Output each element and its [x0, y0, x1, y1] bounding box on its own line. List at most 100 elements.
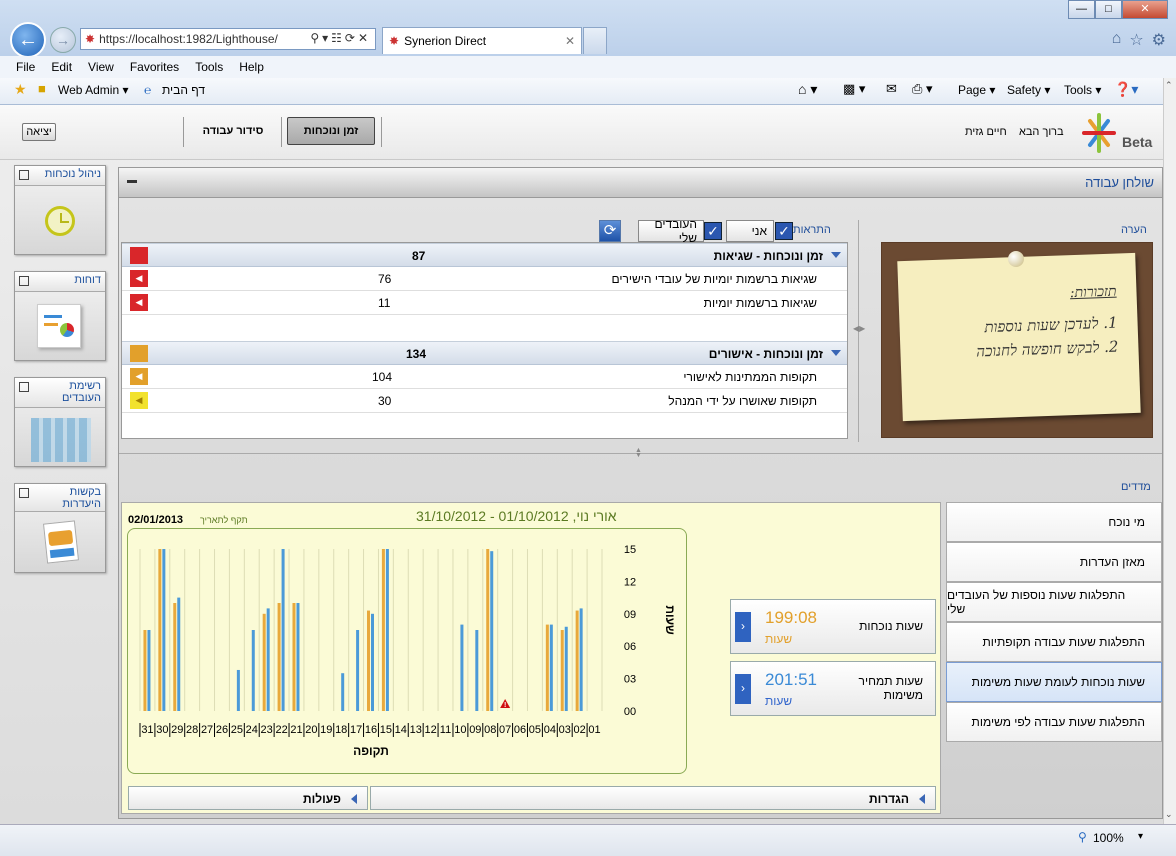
- x-tick-label: 13: [410, 724, 422, 736]
- sidebar-reports[interactable]: דוחות: [14, 271, 106, 361]
- workdesk-panel: שולחן עבודה התראות ✓ אני ✓ העובדים שלי ⟳…: [118, 167, 1163, 819]
- minimize-panel-icon[interactable]: [127, 180, 137, 183]
- chart-bar: [173, 603, 177, 711]
- collapse-icon[interactable]: [831, 350, 841, 356]
- x-tick-label: 29: [171, 724, 183, 736]
- rss-icon[interactable]: ▩ ▾: [843, 81, 865, 97]
- help-icon[interactable]: ❓▾: [1114, 81, 1138, 98]
- alert-group-errors[interactable]: 87 זמן ונוכחות - שגיאות: [122, 243, 847, 267]
- splitter-handle-icon[interactable]: ▲ ▼: [635, 447, 642, 459]
- chart-bar: [564, 626, 568, 711]
- print-icon[interactable]: ⎙ ▾: [912, 81, 933, 97]
- x-axis-label: תקופה: [353, 744, 389, 758]
- forward-button[interactable]: →: [50, 27, 76, 53]
- arrow-left-icon[interactable]: ◀: [130, 392, 148, 409]
- menu-favorites[interactable]: Favorites: [130, 60, 179, 74]
- measure-item-who-present[interactable]: מי נוכח: [946, 502, 1162, 542]
- splitter-handle-icon[interactable]: ◀▶: [853, 324, 865, 333]
- measures-list: מי נוכח מאזן העדרות התפלגות שעות נוספות …: [946, 502, 1162, 742]
- menu-help[interactable]: Help: [239, 60, 264, 74]
- back-button[interactable]: ←: [10, 22, 46, 58]
- menu-view[interactable]: View: [88, 60, 114, 74]
- menu-file[interactable]: File: [16, 60, 35, 74]
- home-icon[interactable]: ⌂: [1112, 30, 1122, 50]
- measure-item-periodic-hours[interactable]: התפלגות שעות עבודה תקופתיות: [946, 622, 1162, 662]
- safety-menu[interactable]: Safety ▾: [1007, 83, 1050, 97]
- zoom-icon[interactable]: ⚲: [1078, 830, 1087, 844]
- home-icon[interactable]: ⌂ ▾: [798, 81, 817, 98]
- alert-row[interactable]: ◀ 76 שגיאות ברשמות יומיות של עובדי הישיר…: [122, 267, 847, 291]
- close-tab-icon[interactable]: ✕: [565, 34, 575, 48]
- x-tick-label: 21: [290, 724, 302, 736]
- measure-item-hours-by-task[interactable]: התפלגות שעות עבודה לפי משימות: [946, 702, 1162, 742]
- sidebar-absence-requests[interactable]: בקשות היעדרות: [14, 483, 106, 573]
- favorites-star-icon[interactable]: ★: [14, 81, 27, 98]
- sidebar-employee-list[interactable]: רשימת העובדים: [14, 377, 106, 467]
- chevron-right-icon[interactable]: ›: [735, 612, 751, 642]
- chart-bar: [341, 673, 345, 711]
- alert-row[interactable]: ◀ 11 שגיאות ברשמות יומיות: [122, 291, 847, 315]
- maximize-button[interactable]: □: [1095, 0, 1122, 19]
- scroll-up-icon[interactable]: ⌃: [1165, 80, 1173, 91]
- filter-me-checkbox[interactable]: ✓: [775, 222, 793, 240]
- arrow-left-icon[interactable]: ◀: [130, 368, 148, 385]
- favorites-star-icon[interactable]: ☆: [1129, 30, 1143, 50]
- minimize-button[interactable]: —: [1068, 0, 1095, 19]
- menu-edit[interactable]: Edit: [51, 60, 72, 74]
- zoom-dropdown-icon[interactable]: ▾: [1138, 831, 1143, 842]
- sidebar-attendance-management[interactable]: ניהול נוכחות: [14, 165, 106, 255]
- kpi-attendance-hours[interactable]: › 199:08 שעות שעות נוכחות: [730, 599, 936, 654]
- scroll-down-icon[interactable]: ⌄: [1165, 809, 1173, 820]
- popout-icon[interactable]: [19, 488, 29, 498]
- actions-label: פעולות: [303, 792, 341, 806]
- filter-me-label[interactable]: אני: [726, 220, 774, 242]
- menu-tools[interactable]: Tools: [195, 60, 223, 74]
- gear-icon[interactable]: ⚙: [1152, 30, 1166, 50]
- x-tick-label: 30: [156, 724, 168, 736]
- address-bar[interactable]: ✸ https://localhost:1982/Lighthouse/ ⚲▾☷…: [80, 28, 376, 50]
- chevron-right-icon[interactable]: ›: [735, 674, 751, 704]
- expand-icon[interactable]: [919, 794, 925, 804]
- browser-tab[interactable]: ✸ Synerion Direct ✕: [382, 27, 582, 54]
- filter-my-employees-label[interactable]: העובדים שלי: [638, 217, 704, 245]
- kpi-name: שעות נוכחות: [859, 619, 923, 633]
- measure-item-overtime-distribution[interactable]: התפלגות שעות נוספות של העובדים שלי: [946, 582, 1162, 622]
- logout-button[interactable]: יציאה: [22, 123, 56, 141]
- measure-item-attendance-vs-tasks[interactable]: שעות נוכחות לעומת שעות משימות: [946, 662, 1162, 702]
- pin-icon: [1008, 251, 1024, 267]
- kpi-task-costing-hours[interactable]: › 201:51 שעות שעות תמחיר משימות: [730, 661, 936, 716]
- refresh-button[interactable]: ⟳: [599, 220, 621, 242]
- web-admin-link[interactable]: Web Admin ▾: [58, 83, 129, 97]
- popout-icon[interactable]: [19, 276, 29, 286]
- app-area: יציאה סידור עבודה זמן ונוכחות ברוך הבא ח…: [0, 105, 1163, 824]
- alert-group-approvals[interactable]: 134 זמן ונוכחות - אישורים: [122, 341, 847, 365]
- popout-icon[interactable]: [19, 382, 29, 392]
- tools-menu[interactable]: Tools ▾: [1064, 83, 1101, 97]
- alert-row[interactable]: ◀ 104 תקופות הממתינות לאישורי: [122, 365, 847, 389]
- settings-bar[interactable]: הגדרות: [370, 786, 936, 810]
- y-axis-label: שעות: [663, 605, 677, 635]
- chart-bar: [262, 613, 266, 711]
- tab-time-attendance[interactable]: זמן ונוכחות: [287, 117, 375, 145]
- home-page-link[interactable]: דף הבית: [162, 83, 205, 97]
- filter-my-employees-checkbox[interactable]: ✓: [704, 222, 722, 240]
- arrow-left-icon[interactable]: ◀: [130, 270, 148, 287]
- expand-icon[interactable]: [351, 794, 357, 804]
- measure-item-absence-balance[interactable]: מאזן העדרות: [946, 542, 1162, 582]
- arrow-left-icon[interactable]: ◀: [130, 294, 148, 311]
- x-tick-label: 14: [395, 724, 407, 736]
- page-scrollbar[interactable]: ⌃ ⌄: [1163, 78, 1176, 824]
- zoom-level[interactable]: 100%: [1093, 831, 1124, 845]
- page-menu[interactable]: Page ▾: [958, 83, 995, 97]
- popout-icon[interactable]: [19, 170, 29, 180]
- collapse-icon[interactable]: [831, 252, 841, 258]
- close-window-button[interactable]: ✕: [1122, 0, 1168, 19]
- actions-bar[interactable]: פעולות: [128, 786, 368, 810]
- address-tools[interactable]: ⚲▾☷⟳✕: [310, 31, 371, 45]
- mail-icon[interactable]: ✉: [886, 81, 897, 97]
- tab-work-schedule[interactable]: סידור עבודה: [192, 117, 274, 145]
- new-tab-button[interactable]: [583, 27, 607, 54]
- alert-row[interactable]: ◀ 30 תקופות שאושרו על ידי המנהל: [122, 389, 847, 413]
- chart-bar: [236, 669, 240, 711]
- x-tick-label: 03: [559, 724, 571, 736]
